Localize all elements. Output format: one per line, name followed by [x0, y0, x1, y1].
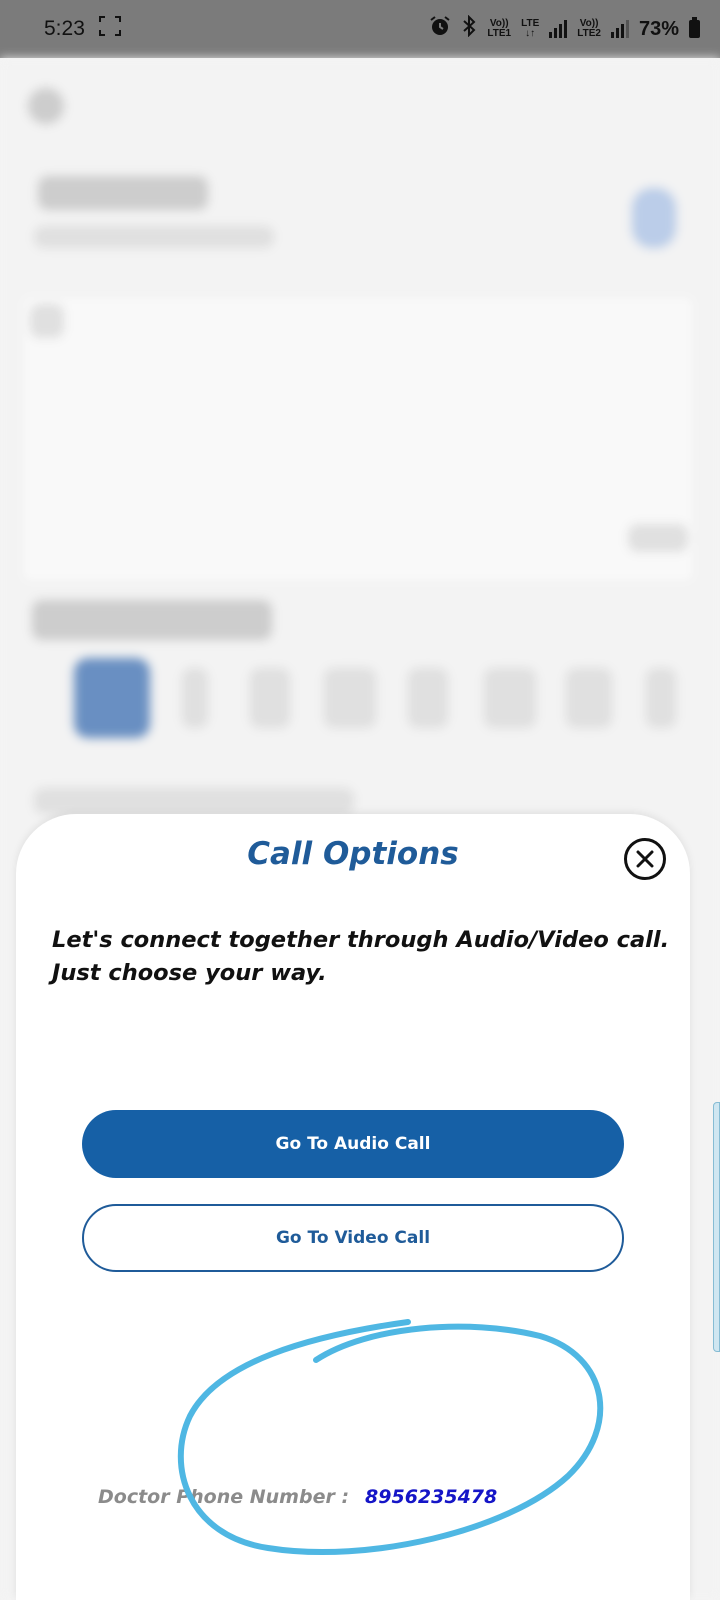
sheet-description: Let's connect together through Audio/Vid…: [52, 927, 670, 986]
sim2-indicator: Vo)) LTE2: [577, 18, 601, 39]
call-options-sheet: Call Options Let's connect together thro…: [16, 814, 690, 1600]
scroll-indicator[interactable]: [713, 1102, 720, 1352]
battery-icon: [689, 17, 700, 38]
phone-label: Doctor Phone Number :: [98, 1486, 350, 1508]
signal-icon: [610, 20, 629, 38]
bluetooth-icon: [461, 14, 477, 43]
battery-percent: 73%: [638, 17, 679, 40]
alarm-icon: [429, 15, 451, 43]
sim1-indicator: Vo)) LTE1: [487, 18, 512, 39]
audio-call-button[interactable]: Go To Audio Call: [82, 1110, 624, 1178]
close-icon: [636, 850, 654, 868]
video-call-button[interactable]: Go To Video Call: [82, 1204, 624, 1272]
screenshot-icon: [98, 16, 121, 42]
close-button[interactable]: [624, 838, 666, 880]
lte-indicator: LTE ↓↑: [521, 18, 540, 39]
signal-icon: [549, 20, 568, 38]
phone-number[interactable]: 8956235478: [365, 1486, 497, 1508]
doctor-phone-row: Doctor Phone Number : 8956235478: [98, 1486, 497, 1508]
sheet-title: Call Options: [247, 836, 459, 872]
status-time: 5:23: [44, 17, 85, 40]
status-bar: 5:23 Vo)) LTE1 LTE ↓↑ Vo)) LTE2 73%: [0, 0, 720, 58]
